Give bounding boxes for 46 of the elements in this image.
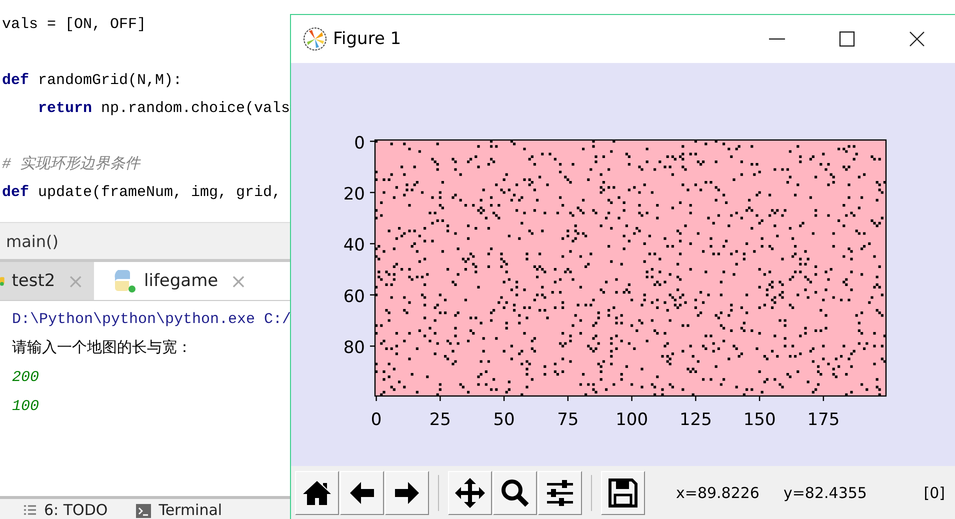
console-line: 请输入一个地图的长与宽： xyxy=(12,338,193,359)
tick-label: 0 xyxy=(354,133,365,154)
tick-label: 40 xyxy=(343,236,365,256)
console-line: 100 xyxy=(12,397,40,417)
code-comment: # 实现环形边界条件 xyxy=(2,156,140,173)
tool-window-tab[interactable]: Terminal xyxy=(136,502,222,519)
back-button[interactable] xyxy=(340,470,384,514)
tick-label: 25 xyxy=(429,410,451,430)
tick-label: 150 xyxy=(743,410,776,430)
coordinate-readout: [0] xyxy=(924,484,945,502)
tick-label: 50 xyxy=(493,410,515,430)
pinwheel-icon xyxy=(303,27,327,51)
forward-button[interactable] xyxy=(385,470,429,514)
configure-button[interactable] xyxy=(538,470,582,514)
tick-label: 20 xyxy=(343,184,365,204)
list-icon xyxy=(24,505,36,516)
zoom-button[interactable] xyxy=(493,470,537,514)
home-button[interactable] xyxy=(295,470,339,514)
code-line: vals = [ON, OFF] xyxy=(2,16,146,33)
tick-label: 0 xyxy=(370,410,382,430)
breadcrumb-item[interactable]: main() xyxy=(6,232,58,250)
search-icon xyxy=(499,476,531,508)
tick-label: 80 xyxy=(343,338,365,358)
maximize-icon[interactable] xyxy=(839,31,855,47)
run-tab[interactable]: lifegame × xyxy=(94,262,257,300)
python-icon xyxy=(112,268,138,294)
save-button[interactable] xyxy=(601,470,645,514)
console-line: 200 xyxy=(12,368,40,388)
tick-label: 125 xyxy=(679,410,712,430)
code-line: return np.random.choice(vals xyxy=(37,100,290,117)
tick-label: 75 xyxy=(557,410,579,430)
console-line: D:\Python\python\python.exe C:/ xyxy=(12,310,290,330)
move-arrows-icon xyxy=(454,476,486,508)
run-tab[interactable]: test2 × xyxy=(0,262,94,300)
tool-window-tab[interactable]: 6: TODO xyxy=(24,502,108,519)
tick-label: 60 xyxy=(343,286,365,307)
coordinate-readout: y=82.4355 xyxy=(783,484,867,502)
code-line: def update(frameNum, img, grid, xyxy=(2,184,282,201)
tick-label: 175 xyxy=(807,410,840,430)
coordinate-readout: x=89.8226 xyxy=(676,484,760,502)
pan-button[interactable] xyxy=(448,470,492,514)
close-icon[interactable] xyxy=(909,31,925,47)
window-title: Figure 1 xyxy=(333,29,402,49)
terminal-icon xyxy=(136,504,151,518)
tick-label: 100 xyxy=(616,410,648,430)
code-line: def randomGrid(N,M): xyxy=(2,72,182,89)
